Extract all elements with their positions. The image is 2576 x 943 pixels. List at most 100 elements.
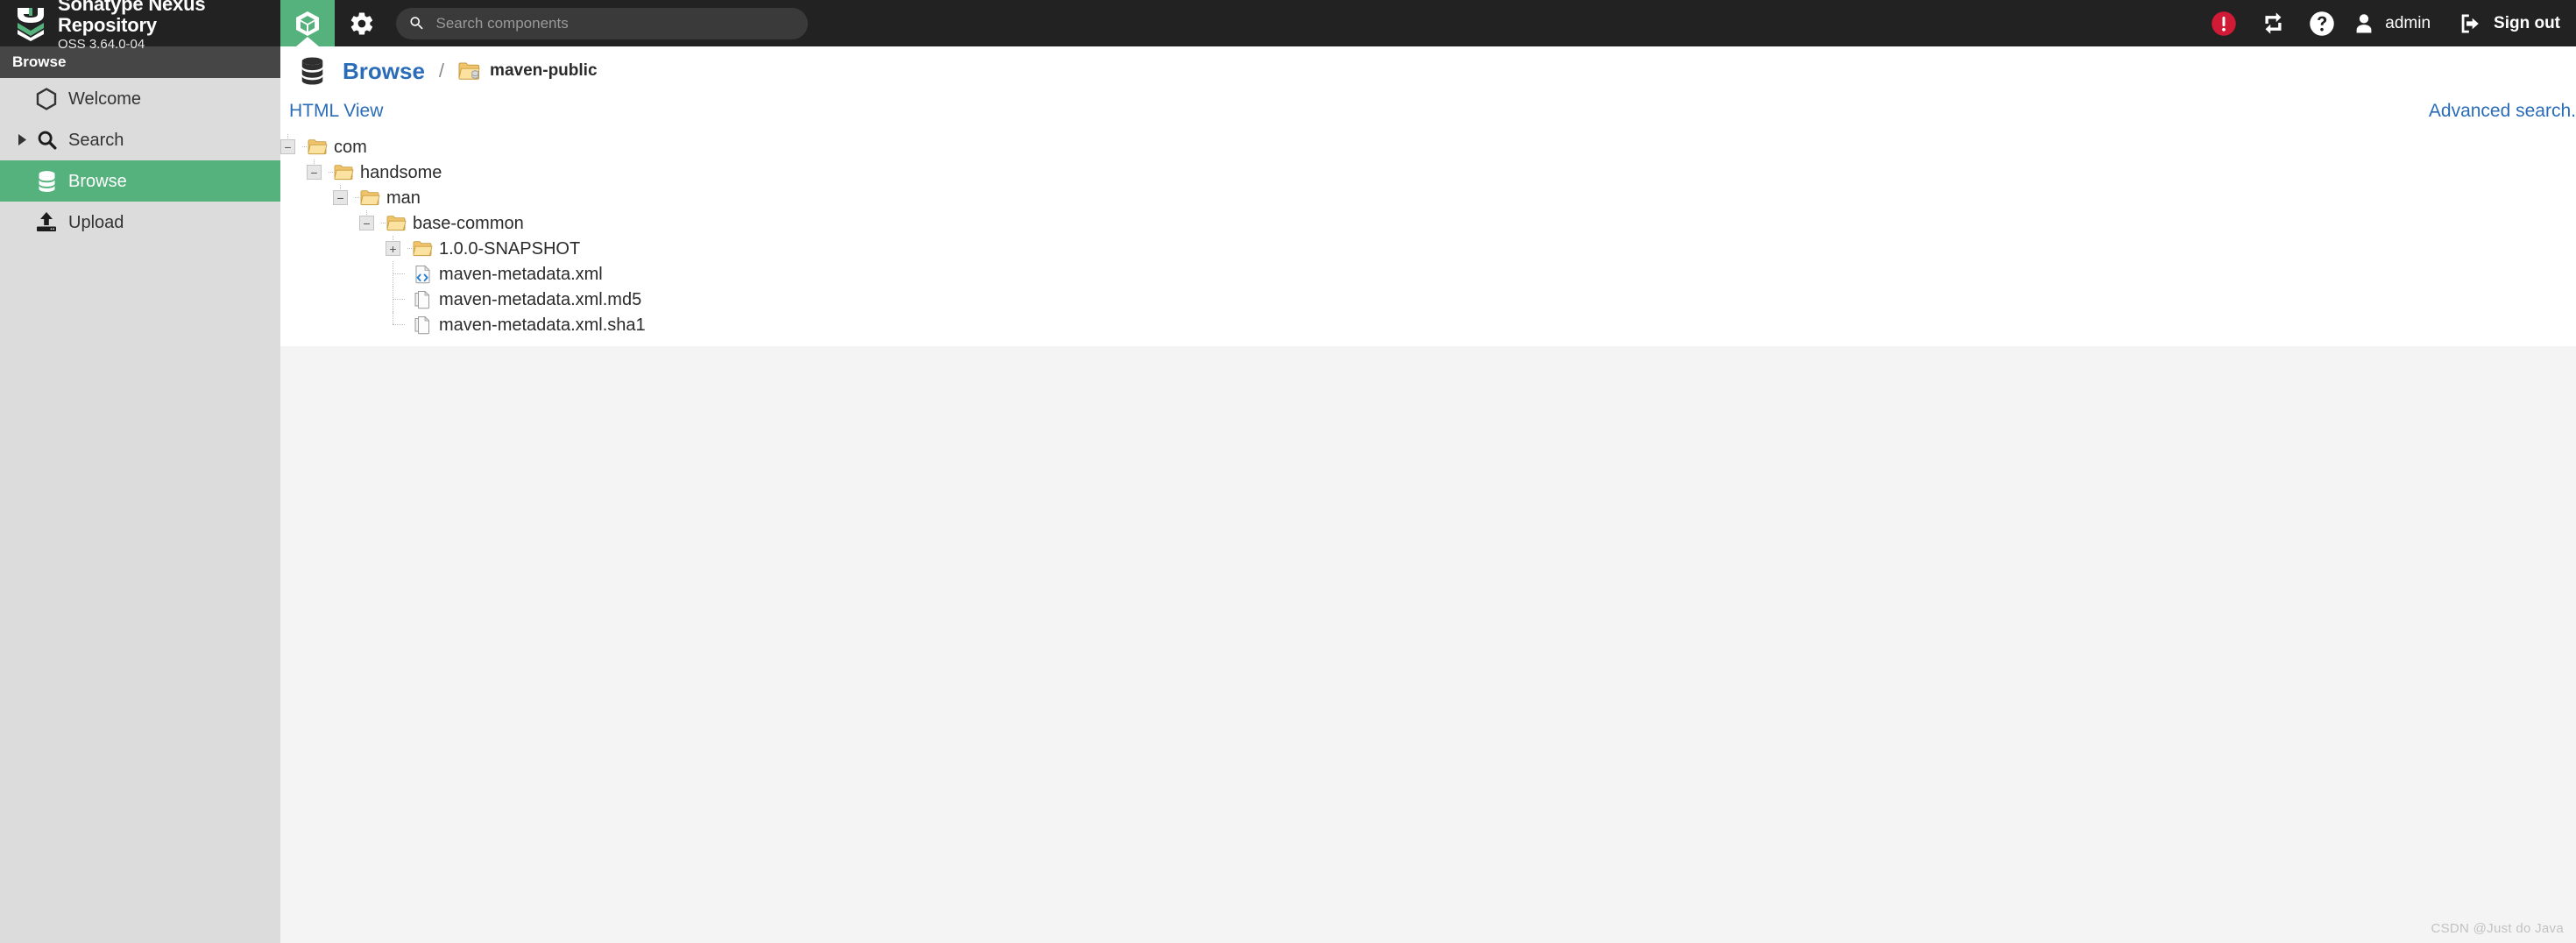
search-icon: [410, 17, 423, 30]
search-icon: [32, 129, 61, 151]
file-copy-icon: [412, 316, 433, 335]
tree-guide: [307, 236, 333, 261]
upload-icon: [32, 211, 61, 233]
open-folder-icon: [412, 240, 433, 258]
tree-row[interactable]: − com: [280, 134, 2576, 160]
sidebar-item-upload[interactable]: Upload: [0, 202, 280, 243]
repository-folder-icon: [458, 61, 481, 82]
open-folder-icon: [333, 164, 354, 181]
sidebar-item-welcome[interactable]: Welcome: [0, 78, 280, 119]
tree-guide: [280, 312, 307, 337]
main-content: Browse / maven-public HTML View Advanced…: [280, 46, 2576, 943]
tree-guide: [307, 287, 333, 312]
database-icon: [298, 56, 327, 86]
user-avatar-icon: [2356, 13, 2372, 32]
advanced-search-link[interactable]: Advanced search.: [2429, 101, 2576, 122]
tree-guide: [333, 261, 359, 287]
tree-guide: −: [359, 210, 386, 236]
sign-out-label: Sign out: [2494, 13, 2560, 32]
sign-out-button[interactable]: Sign out: [2457, 11, 2560, 36]
tree-row[interactable]: − base-common: [280, 210, 2576, 236]
tree-node-label[interactable]: com: [334, 138, 367, 156]
tree-guide: [333, 210, 359, 236]
tree-guide: [280, 236, 307, 261]
alert-circle-icon: [2212, 11, 2237, 36]
tree-guide: [333, 236, 359, 261]
tree-toggle-collapse[interactable]: −: [280, 139, 295, 154]
sidebar-item-label: Welcome: [68, 89, 141, 109]
tree-node-label[interactable]: 1.0.0-SNAPSHOT: [439, 240, 580, 258]
tree-guide: [333, 287, 359, 312]
user-menu[interactable]: admin: [2352, 11, 2431, 37]
tree-row[interactable]: maven-metadata.xml.md5: [280, 287, 2576, 312]
refresh-button[interactable]: [2248, 0, 2297, 46]
tree-guide: +: [386, 236, 412, 261]
tree-row[interactable]: − handsome: [280, 160, 2576, 185]
tree-guide: [359, 312, 386, 337]
user-name-label: admin: [2385, 13, 2431, 32]
tree-node-label[interactable]: base-common: [413, 215, 524, 232]
open-folder-icon: [359, 189, 380, 207]
tree-row[interactable]: − man: [280, 185, 2576, 210]
cube-icon: [296, 11, 319, 36]
tree-guide: [359, 287, 386, 312]
tree-node-label[interactable]: maven-metadata.xml.sha1: [439, 316, 646, 334]
html-view-link[interactable]: HTML View: [289, 101, 383, 122]
settings-button[interactable]: [335, 11, 389, 37]
search-input[interactable]: [435, 14, 796, 32]
tree-guide: −: [280, 134, 307, 160]
sidebar-item-browse[interactable]: Browse: [0, 160, 280, 202]
tree-toggle-collapse[interactable]: −: [333, 190, 348, 205]
tree-node-label[interactable]: handsome: [360, 164, 442, 181]
tree-guide: [386, 312, 412, 337]
tree-node-label[interactable]: maven-metadata.xml: [439, 266, 603, 283]
header-actions: admin Sign out: [2199, 0, 2576, 46]
breadcrumb: Browse / maven-public: [280, 46, 2576, 96]
tree-guide: [280, 261, 307, 287]
tree-guide: [307, 261, 333, 287]
tree-guide: [280, 160, 307, 185]
sign-out-icon: [2461, 14, 2479, 32]
repository-cube-tab[interactable]: [280, 0, 335, 46]
sidebar-item-label: Browse: [68, 171, 127, 191]
tree-toggle-collapse[interactable]: −: [307, 165, 322, 180]
file-copy-icon: [412, 290, 433, 309]
help-button[interactable]: [2297, 0, 2346, 46]
tree-toggle-expand[interactable]: +: [386, 241, 400, 256]
tree-guide: [333, 312, 359, 337]
refresh-sync-icon: [2265, 12, 2282, 34]
chevron-right-icon[interactable]: [12, 133, 32, 146]
tree-node-label[interactable]: maven-metadata.xml.md5: [439, 291, 641, 308]
tree-guide: [280, 287, 307, 312]
sidebar-item-search[interactable]: Search: [0, 119, 280, 160]
nexus-chevron-logo-icon: [14, 6, 47, 41]
tree-guide: [307, 312, 333, 337]
tree-guide: −: [307, 160, 333, 185]
tree-row[interactable]: + 1.0.0-SNAPSHOT: [280, 236, 2576, 261]
sidebar-item-label: Upload: [68, 212, 124, 232]
nexus-repository-app: Sonatype Nexus Repository OSS 3.64.0-04: [0, 0, 2576, 943]
repository-tree: − com − handsome − man − base-common + 1…: [280, 134, 2576, 346]
top-header-bar: Sonatype Nexus Repository OSS 3.64.0-04: [0, 0, 2576, 52]
tree-guide: [280, 210, 307, 236]
hexagon-outline-icon: [32, 87, 61, 110]
tree-node-label[interactable]: man: [386, 189, 421, 207]
breadcrumb-root-link[interactable]: Browse: [343, 58, 425, 85]
tree-guide: [359, 261, 386, 287]
tree-row[interactable]: maven-metadata.xml.sha1: [280, 312, 2576, 337]
tree-guide: [307, 185, 333, 210]
app-title: Sonatype Nexus Repository: [58, 0, 206, 36]
alert-button[interactable]: [2199, 0, 2248, 46]
tree-guide: [359, 236, 386, 261]
tree-guide: [280, 185, 307, 210]
tree-row[interactable]: maven-metadata.xml: [280, 261, 2576, 287]
tree-guide: [307, 210, 333, 236]
gear-icon: [350, 11, 373, 34]
breadcrumb-separator: /: [438, 60, 445, 82]
help-question-icon: [2310, 11, 2335, 36]
open-folder-icon: [386, 215, 407, 232]
tree-guide: [386, 261, 412, 287]
sidebar-item-label: Search: [68, 130, 124, 150]
tree-toggle-collapse[interactable]: −: [359, 216, 374, 230]
global-search-box[interactable]: [396, 7, 808, 39]
